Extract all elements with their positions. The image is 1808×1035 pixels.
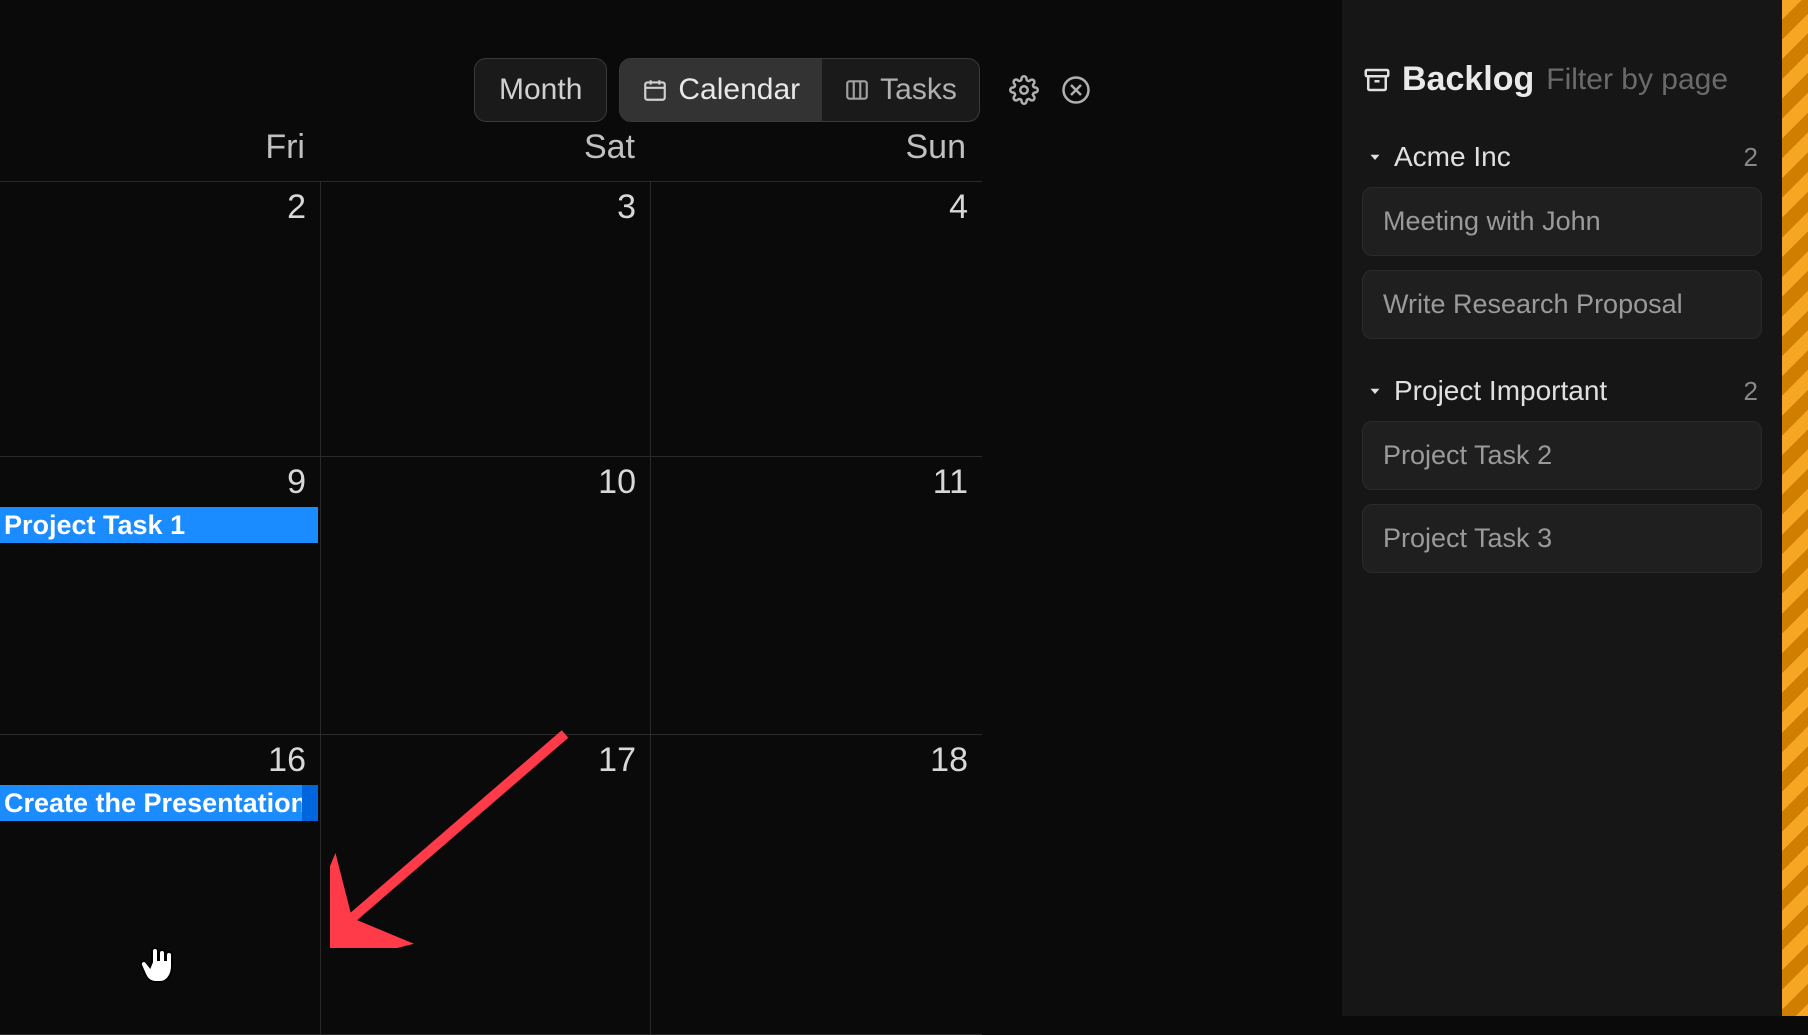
week-row: 16 Create the Presentation 17 18 xyxy=(0,735,982,1035)
day-headers-row: Fri Sat Sun xyxy=(0,120,982,182)
edge-stripe xyxy=(1782,0,1808,1016)
backlog-group-acme: Acme Inc 2 Meeting with John Write Resea… xyxy=(1362,135,1762,339)
tasks-tab-label: Tasks xyxy=(880,73,957,107)
sidebar-header: Backlog xyxy=(1362,60,1762,99)
archive-icon xyxy=(1362,65,1392,95)
month-label: Month xyxy=(499,73,582,107)
backlog-title-text: Backlog xyxy=(1402,60,1534,99)
tasks-icon xyxy=(844,77,870,103)
backlog-item[interactable]: Meeting with John xyxy=(1362,187,1762,256)
group-count: 2 xyxy=(1744,376,1758,407)
backlog-group-header[interactable]: Acme Inc 2 xyxy=(1362,135,1762,187)
week-row: 9 Project Task 1 10 11 xyxy=(0,457,982,735)
day-cell[interactable]: 4 xyxy=(651,182,982,457)
tab-tasks[interactable]: Tasks xyxy=(822,59,979,121)
chevron-down-icon xyxy=(1366,382,1384,400)
day-cell[interactable]: 11 xyxy=(651,457,982,735)
day-number: 2 xyxy=(287,188,306,227)
day-cell[interactable]: 2 xyxy=(0,182,321,457)
calendar-icon xyxy=(642,77,668,103)
filter-input[interactable] xyxy=(1546,63,1808,97)
group-name: Acme Inc xyxy=(1394,141,1511,173)
week-row: 2 3 4 xyxy=(0,182,982,457)
day-number: 10 xyxy=(598,463,636,502)
day-cell[interactable]: 16 Create the Presentation xyxy=(0,735,321,1035)
day-header-sun: Sun xyxy=(651,120,982,181)
month-button[interactable]: Month xyxy=(474,58,607,122)
group-name: Project Important xyxy=(1394,375,1607,407)
day-number: 18 xyxy=(930,741,968,780)
chevron-down-icon xyxy=(1366,148,1384,166)
day-number: 11 xyxy=(933,463,968,502)
day-number: 4 xyxy=(949,188,968,227)
day-number: 17 xyxy=(598,741,636,780)
close-button[interactable] xyxy=(1054,68,1098,112)
day-cell[interactable]: 9 Project Task 1 xyxy=(0,457,321,735)
calendar-grid: Fri Sat Sun 2 3 4 9 Project Task 1 10 xyxy=(0,120,982,1020)
backlog-item[interactable]: Project Task 3 xyxy=(1362,504,1762,573)
event-project-task-1[interactable]: Project Task 1 xyxy=(0,507,318,543)
view-tabs: Calendar Tasks xyxy=(619,58,979,122)
day-cell[interactable]: 17 xyxy=(321,735,651,1035)
backlog-title: Backlog xyxy=(1362,60,1534,99)
settings-button[interactable] xyxy=(1002,68,1046,112)
event-create-presentation[interactable]: Create the Presentation xyxy=(0,785,318,821)
close-icon xyxy=(1061,75,1091,105)
gear-icon xyxy=(1009,75,1039,105)
group-count: 2 xyxy=(1744,142,1758,173)
day-cell[interactable]: 18 xyxy=(651,735,982,1035)
toolbar: Month Calendar xyxy=(474,58,1098,122)
day-number: 3 xyxy=(617,188,636,227)
tab-calendar[interactable]: Calendar xyxy=(620,59,822,121)
day-header-sat: Sat xyxy=(321,120,651,181)
backlog-group-header[interactable]: Project Important 2 xyxy=(1362,369,1762,421)
backlog-item[interactable]: Project Task 2 xyxy=(1362,421,1762,490)
day-header-fri: Fri xyxy=(0,120,321,181)
calendar-tab-label: Calendar xyxy=(678,73,800,107)
backlog-item[interactable]: Write Research Proposal xyxy=(1362,270,1762,339)
day-number: 16 xyxy=(268,741,306,780)
day-cell[interactable]: 10 xyxy=(321,457,651,735)
day-number: 9 xyxy=(287,463,306,502)
backlog-group-project-important: Project Important 2 Project Task 2 Proje… xyxy=(1362,369,1762,573)
backlog-sidebar: Backlog Acme Inc 2 Meeting with John Wri… xyxy=(1342,0,1782,1016)
day-cell[interactable]: 3 xyxy=(321,182,651,457)
